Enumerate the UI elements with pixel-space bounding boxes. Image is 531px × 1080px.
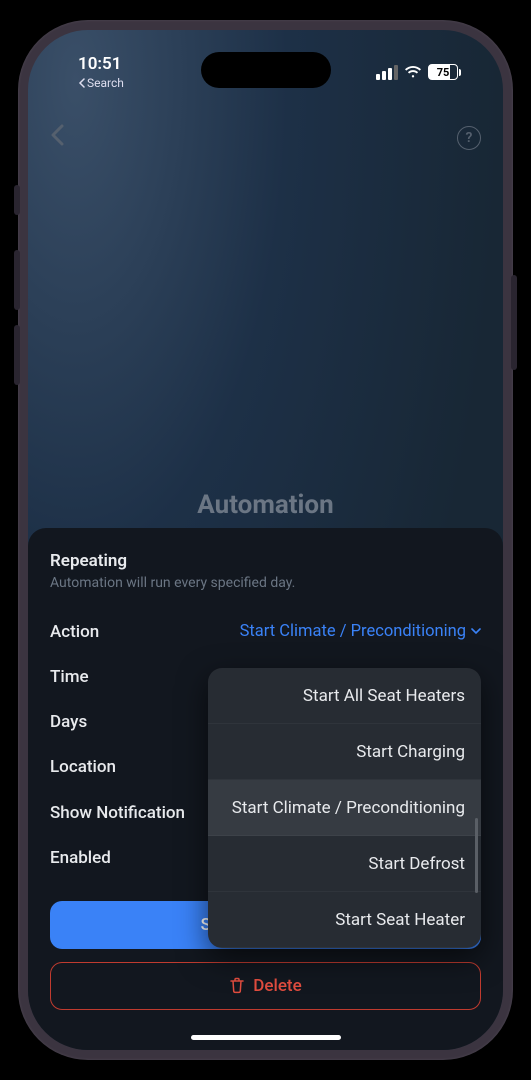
row-show-notification-label: Show Notification [50, 803, 185, 823]
row-days-label: Days [50, 712, 87, 732]
section-subtitle: Automation will run every specified day. [50, 575, 481, 591]
dropdown-item-label: Start Seat Heater [335, 910, 465, 930]
row-action-value[interactable]: Start Climate / Preconditioning [240, 622, 481, 641]
phone-side-button [511, 275, 517, 370]
dropdown-item-label: Start Defrost [368, 854, 465, 874]
dropdown-scrollbar[interactable] [475, 818, 478, 893]
nav-row: ? [28, 118, 503, 158]
dropdown-item[interactable]: Start All Seat Heaters [208, 668, 481, 724]
dropdown-item-label: Start All Seat Heaters [303, 686, 465, 706]
phone-frame: 10:51 Search 75 ? [18, 20, 513, 1060]
back-button[interactable] [50, 123, 64, 153]
help-button[interactable]: ? [457, 126, 481, 150]
home-indicator[interactable] [191, 1035, 341, 1040]
row-action-label: Action [50, 622, 99, 642]
wifi-icon [404, 65, 422, 79]
phone-side-button [14, 185, 20, 215]
chevron-left-icon [50, 124, 64, 146]
row-location-label: Location [50, 757, 116, 777]
battery-indicator: 75 [428, 64, 461, 80]
chevron-down-icon [471, 628, 481, 635]
row-enabled-label: Enabled [50, 848, 111, 868]
cellular-signal-icon [376, 65, 398, 80]
breadcrumb-back[interactable]: Search [78, 76, 124, 90]
row-action[interactable]: Action Start Climate / Preconditioning [50, 609, 481, 654]
screen: 10:51 Search 75 ? [28, 30, 503, 1050]
chevron-left-icon [78, 78, 85, 88]
status-time: 10:51 [78, 54, 121, 74]
trash-icon [229, 977, 245, 994]
dropdown-item-label: Start Charging [356, 742, 465, 762]
dropdown-item-selected[interactable]: Start Climate / Preconditioning [208, 780, 481, 836]
battery-level: 75 [437, 66, 450, 79]
row-action-value-text: Start Climate / Preconditioning [240, 622, 466, 641]
dropdown-item-label: Start Climate / Preconditioning [232, 798, 465, 818]
breadcrumb-back-label: Search [87, 76, 124, 90]
phone-side-button [14, 325, 20, 385]
row-time-label: Time [50, 667, 89, 687]
dropdown-item[interactable]: Start Defrost [208, 836, 481, 892]
dropdown-item[interactable]: Start Charging [208, 724, 481, 780]
dynamic-island [201, 52, 331, 88]
dropdown-item[interactable]: Start Seat Heater [208, 892, 481, 948]
action-dropdown[interactable]: Start All Seat Heaters Start Charging St… [208, 668, 481, 948]
section-title: Repeating [50, 551, 481, 571]
page-title: Automation [28, 490, 503, 520]
phone-side-button [14, 250, 20, 310]
delete-label: Delete [253, 976, 301, 996]
delete-button[interactable]: Delete [50, 962, 481, 1010]
